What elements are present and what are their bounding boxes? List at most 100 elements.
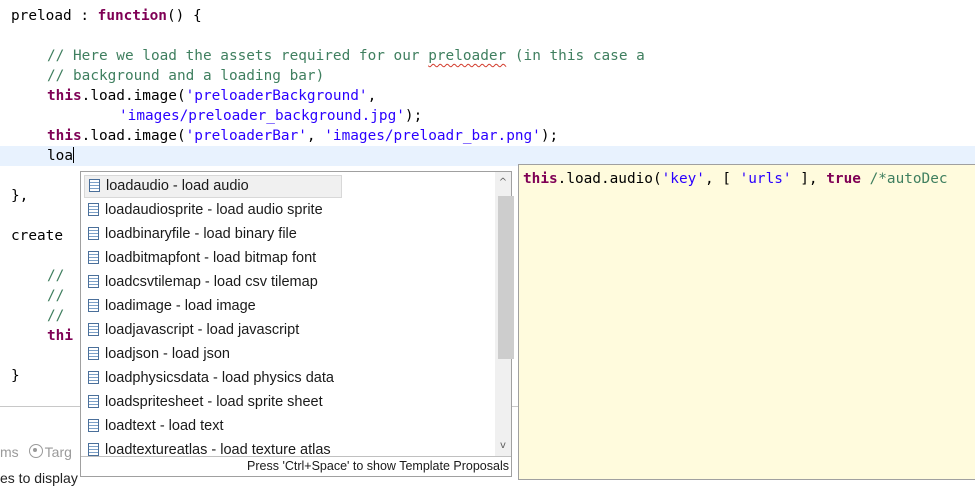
scroll-thumb[interactable] xyxy=(498,196,514,359)
code-line-8[interactable]: loa xyxy=(47,146,74,166)
template-icon xyxy=(88,299,99,312)
code-keyword: this xyxy=(47,88,82,104)
panel-message: es to display xyxy=(0,470,78,486)
code-token: .load.audio( xyxy=(557,171,662,187)
code-token: } xyxy=(11,368,20,384)
code-line-17: thi xyxy=(47,326,73,346)
proposal-label: loadimage - load image xyxy=(105,298,256,314)
proposal-label: loadcsvtilemap - load csv tilemap xyxy=(105,274,318,290)
proposal-item[interactable]: loadphysicsdata - load physics data xyxy=(84,367,492,390)
tab-problems[interactable]: ms xyxy=(0,444,19,460)
scroll-up-arrow-icon[interactable]: ^ xyxy=(495,174,511,192)
current-line-highlight xyxy=(0,146,975,166)
code-line-19: } xyxy=(11,366,20,386)
template-icon xyxy=(88,203,99,216)
template-icon xyxy=(88,443,99,456)
code-line-12: create xyxy=(11,226,63,246)
typed-text: loa xyxy=(47,148,73,164)
proposal-label: loadspritesheet - load sprite sheet xyxy=(105,394,323,410)
code-line-1: preload : function() { xyxy=(11,6,202,26)
code-comment: // xyxy=(47,288,65,304)
proposal-item[interactable]: loadjson - load json xyxy=(84,343,492,366)
code-string: 'images/preloadr_bar.png' xyxy=(324,128,541,144)
proposal-item[interactable]: loadaudio - load audio xyxy=(84,175,342,198)
spelling-warning[interactable]: preloader xyxy=(428,48,506,64)
code-comment: // xyxy=(47,308,65,324)
text-caret xyxy=(73,147,74,163)
code-comment: // background and a loading bar) xyxy=(47,68,325,84)
proposal-item[interactable]: loadtextureatlas - load texture atlas xyxy=(84,439,492,456)
code-string: 'urls' xyxy=(739,171,792,187)
proposal-label: loadjavascript - load javascript xyxy=(105,322,300,338)
code-line-3: // Here we load the assets required for … xyxy=(47,46,645,66)
code-string: 'preloaderBar' xyxy=(185,128,307,144)
code-token: preload xyxy=(11,8,72,24)
proposal-label: loadaudiosprite - load audio sprite xyxy=(105,202,323,218)
code-token: create xyxy=(11,228,63,244)
code-token: ], xyxy=(791,171,827,187)
code-keyword: true xyxy=(826,171,861,187)
code-line-15: // xyxy=(47,286,64,306)
code-line-16: // xyxy=(47,306,64,326)
code-comment: /*autoDec xyxy=(869,171,948,187)
proposal-label: loadtextureatlas - load texture atlas xyxy=(105,442,331,456)
proposal-item[interactable]: loadaudiosprite - load audio sprite xyxy=(84,199,492,222)
code-comment: (in this case a xyxy=(506,48,645,64)
code-line-4: // background and a loading bar) xyxy=(47,66,324,86)
code-string: 'images/preloader_background.jpg' xyxy=(119,108,405,124)
proposal-label: loadbinaryfile - load binary file xyxy=(105,226,297,242)
template-icon xyxy=(88,251,99,264)
proposal-label: loadtext - load text xyxy=(105,418,224,434)
code-line-14: // xyxy=(47,266,64,286)
template-icon xyxy=(88,275,99,288)
template-icon xyxy=(88,323,99,336)
code-keyword: this xyxy=(523,171,558,187)
code-line-7: this.load.image('preloaderBar', 'images/… xyxy=(47,126,558,146)
template-icon xyxy=(88,347,99,360)
code-comment: // Here we load the assets required for … xyxy=(47,48,429,64)
target-icon xyxy=(28,444,43,458)
proposal-info-popup: this.load.audio('key', [ 'urls' ], true … xyxy=(518,164,975,480)
tab-target[interactable]: Targ xyxy=(45,444,72,460)
proposal-item[interactable]: loadimage - load image xyxy=(84,295,492,318)
panel-tabs: ms Targ xyxy=(0,441,72,463)
code-token: ); xyxy=(540,128,559,144)
proposal-label: loadphysicsdata - load physics data xyxy=(105,370,334,386)
template-icon xyxy=(88,395,99,408)
template-icon xyxy=(88,371,99,384)
proposal-list[interactable]: loadaudio - load audio loadaudiosprite -… xyxy=(81,172,495,456)
code-string: 'key' xyxy=(661,171,705,187)
proposal-footer-hint[interactable]: Press 'Ctrl+Space' to show Template Prop… xyxy=(81,456,511,476)
code-token: .load.image( xyxy=(81,88,186,104)
content-assist-popup: loadaudio - load audio loadaudiosprite -… xyxy=(80,171,514,477)
code-token: () { xyxy=(166,8,202,24)
proposal-item[interactable]: loadbitmapfont - load bitmap font xyxy=(84,247,492,270)
code-token: : xyxy=(71,8,98,24)
proposal-label: loadbitmapfont - load bitmap font xyxy=(105,250,317,266)
code-keyword: this xyxy=(47,128,82,144)
code-line-6: 'images/preloader_background.jpg'); xyxy=(119,106,422,126)
code-token: .load.image( xyxy=(81,128,186,144)
code-token: , xyxy=(306,128,325,144)
proposal-item[interactable]: loadtext - load text xyxy=(84,415,492,438)
proposal-item[interactable]: loadbinaryfile - load binary file xyxy=(84,223,492,246)
code-token: , xyxy=(367,88,377,104)
code-comment: // xyxy=(47,268,65,284)
code-line-10: }, xyxy=(11,186,28,206)
code-token: , [ xyxy=(704,171,740,187)
proposal-label: loadaudio - load audio xyxy=(106,178,249,194)
code-keyword: function xyxy=(97,8,167,24)
proposal-item[interactable]: loadspritesheet - load sprite sheet xyxy=(84,391,492,414)
scroll-down-arrow-icon[interactable]: v xyxy=(495,437,511,455)
proposal-scrollbar[interactable]: ^ v xyxy=(495,172,514,456)
template-icon xyxy=(89,179,100,192)
proposal-label: loadjson - load json xyxy=(105,346,230,362)
template-preview: this.load.audio('key', [ 'urls' ], true … xyxy=(523,169,948,189)
proposal-item[interactable]: loadcsvtilemap - load csv tilemap xyxy=(84,271,492,294)
template-icon xyxy=(88,419,99,432)
proposal-item[interactable]: loadjavascript - load javascript xyxy=(84,319,492,342)
code-string: 'preloaderBackground' xyxy=(185,88,368,104)
code-token: ); xyxy=(404,108,423,124)
code-line-5: this.load.image('preloaderBackground', xyxy=(47,86,376,106)
